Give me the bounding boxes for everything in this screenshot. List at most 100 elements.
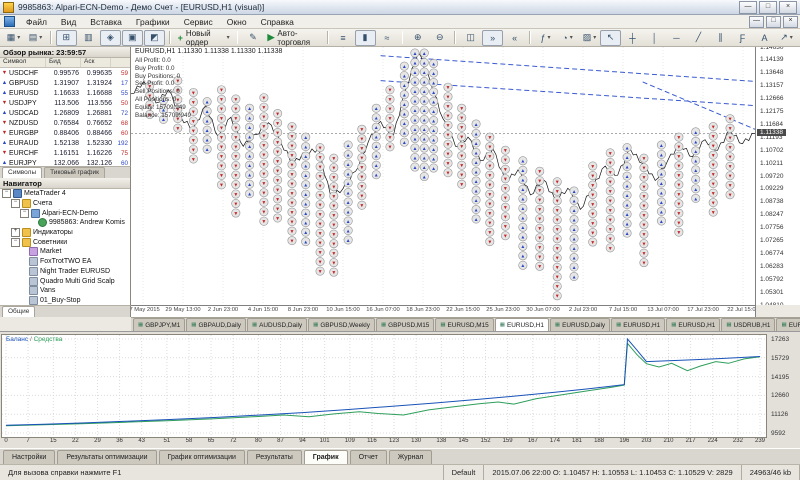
chart-tab-9[interactable]: ▦EURUSD,H1 (611, 318, 665, 331)
market-watch-row[interactable]: ▲GBPUSD1.319071.3192417 (0, 78, 130, 88)
market-watch-row[interactable]: ▲EURJPY132.066132.12660 (0, 158, 130, 166)
chart-shift-button[interactable]: « (504, 30, 525, 46)
close-button[interactable]: × (779, 1, 797, 14)
child-restore-button[interactable]: □ (766, 16, 781, 28)
cursor-button[interactable]: ↖ (600, 30, 621, 46)
trendline-button[interactable]: ╱ (688, 30, 709, 46)
arrow-tools-button[interactable]: ↗▾ (776, 30, 797, 46)
chart-tab-4[interactable]: ▦GBPUSD,Weekly (308, 318, 375, 331)
column-header-ask[interactable]: Аск (81, 58, 111, 67)
chart-tab-7[interactable]: ▦EURUSD,H1 (495, 318, 549, 331)
restore-button[interactable]: □ (759, 1, 777, 14)
svg-text:▼: ▼ (711, 182, 716, 188)
tree-item[interactable]: 01_Buy-Stop (0, 296, 130, 305)
market-watch-row[interactable]: ▼USDJPY113.506113.55650 (0, 98, 130, 108)
templates-button[interactable]: ▨▾ (579, 30, 600, 46)
menu-item-6[interactable]: Окно (220, 16, 254, 28)
fibonacci-button[interactable]: Ƒ (732, 30, 753, 46)
tree-item[interactable]: Vans (0, 286, 130, 296)
chart-tab-1[interactable]: ▦GBPJPY,M1 (133, 318, 185, 331)
navigator-toggle[interactable]: ◈ (100, 30, 121, 46)
tree-item[interactable]: 9985863: Andrew Komis (0, 218, 130, 228)
tree-item[interactable]: Market (0, 247, 130, 257)
expand-icon[interactable]: + (11, 228, 20, 237)
menu-item-3[interactable]: Вставка (83, 16, 129, 28)
zoom-out-button[interactable]: ⊖ (429, 30, 450, 46)
collapse-icon[interactable]: − (11, 199, 20, 208)
chart-tab-11[interactable]: ▦USDRUB,H1 (721, 318, 775, 331)
tester-tab-5[interactable]: График (304, 450, 348, 464)
chart-tab-12[interactable]: ▦EURUSD,M2 (offline) (776, 318, 800, 331)
tester-tab-3[interactable]: График оптимизации (159, 450, 245, 464)
crosshair-button[interactable]: ┼ (622, 30, 643, 46)
market-watch-row[interactable]: ▼EURCHF1.161511.1622675 (0, 148, 130, 158)
tree-item[interactable]: +Индикаторы (0, 228, 130, 238)
channel-button[interactable]: ∥ (710, 30, 731, 46)
data-window-toggle[interactable]: ▥ (78, 30, 99, 46)
column-header-bid[interactable]: Бид (46, 58, 81, 67)
market-watch-row[interactable]: ▲EURUSD1.166331.1668855 (0, 88, 130, 98)
tester-tab-4[interactable]: Результаты (247, 450, 302, 464)
profiles-button[interactable]: ▤▾ (25, 30, 46, 46)
zoom-in-button[interactable]: ⊕ (407, 30, 428, 46)
tester-chart-canvas[interactable]: Баланс / Средства (1, 334, 767, 438)
tester-tab-6[interactable]: Отчет (350, 450, 387, 464)
menu-item-1[interactable]: Файл (19, 16, 54, 28)
market-watch-row[interactable]: ▼USDCHF0.995760.9963559 (0, 68, 130, 78)
menu-item-5[interactable]: Сервис (177, 16, 220, 28)
autotrading-button[interactable]: ▶Авто-торговля (264, 30, 322, 46)
indicators-button[interactable]: ƒ▾ (535, 30, 556, 46)
chart-tab-5[interactable]: ▦GBPUSD,M15 (376, 318, 434, 331)
tile-windows-button[interactable]: ◫ (460, 30, 481, 46)
chart-candles-button[interactable]: ▮ (355, 30, 376, 46)
metaeditor-button[interactable]: ✎ (242, 30, 263, 46)
tree-item[interactable]: −Советники (0, 237, 130, 247)
menu-item-4[interactable]: Графики (129, 16, 177, 28)
chart-bars-button[interactable]: ≡ (333, 30, 354, 46)
child-minimize-button[interactable]: — (749, 16, 764, 28)
auto-scroll-button[interactable]: » (482, 30, 503, 46)
market-watch-toggle[interactable]: ⊞ (56, 30, 77, 46)
tree-item[interactable]: Night Trader EURUSD (0, 267, 130, 277)
tester-tab-2[interactable]: Результаты оптимизации (57, 450, 156, 464)
terminal-toggle[interactable]: ▣ (122, 30, 143, 46)
new-chart-button[interactable]: ▦▾ (3, 30, 24, 46)
tree-item[interactable]: −Счета (0, 199, 130, 209)
price-chart-canvas[interactable]: EURUSD,H1 1.11330 1.11338 1.11330 1.1133… (131, 47, 755, 305)
horizontal-line-button[interactable]: ─ (666, 30, 687, 46)
market-watch-tab-1[interactable]: Символы (2, 167, 42, 178)
new-order-button[interactable]: +Новый ордер▾ (175, 30, 233, 46)
collapse-icon[interactable]: − (2, 189, 11, 198)
chart-tab-2[interactable]: ▦GBPAUD,Daily (186, 318, 246, 331)
chart-line-button[interactable]: ≈ (377, 30, 398, 46)
periods-button[interactable]: ◔▾ (557, 30, 578, 46)
market-watch-row[interactable]: ▲USDCAD1.268091.2688172 (0, 108, 130, 118)
status-profile[interactable]: Default (444, 465, 485, 480)
menu-item-2[interactable]: Вид (54, 16, 83, 28)
navigator-tab-1[interactable]: Общие (2, 306, 35, 317)
market-watch-row[interactable]: ▼EURGBP0.884060.8846660 (0, 128, 130, 138)
text-button[interactable]: A (754, 30, 775, 46)
market-watch-row[interactable]: ▲EURAUD1.521381.52330192 (0, 138, 130, 148)
market-watch-row[interactable]: ▼NZDUSD0.765840.7665268 (0, 118, 130, 128)
tester-tab-1[interactable]: Настройки (3, 450, 55, 464)
chart-tab-10[interactable]: ▦EURUSD,H1 (666, 318, 720, 331)
collapse-icon[interactable]: − (20, 209, 29, 218)
tree-item[interactable]: FoxTrotTWO EA (0, 257, 130, 267)
tree-item[interactable]: −Alpari-ECN-Demo (0, 208, 130, 218)
tree-item[interactable]: Quadro Multi Grid Scalp (0, 276, 130, 286)
svg-text:▼: ▼ (219, 88, 224, 94)
tester-tab-7[interactable]: Журнал (389, 450, 433, 464)
market-watch-tab-2[interactable]: Тиковый график (44, 167, 105, 178)
collapse-icon[interactable]: − (11, 238, 20, 247)
chart-tab-8[interactable]: ▦EURUSD,Daily (550, 318, 610, 331)
child-close-button[interactable]: × (783, 16, 798, 28)
chart-tab-3[interactable]: ▦AUDUSD,Daily (247, 318, 307, 331)
column-header-symbol[interactable]: Символ (0, 58, 46, 67)
vertical-line-button[interactable]: │ (644, 30, 665, 46)
chart-tab-6[interactable]: ▦EURUSD,M15 (435, 318, 493, 331)
minimize-button[interactable]: — (739, 1, 757, 14)
tree-item[interactable]: −MetaTrader 4 (0, 189, 130, 199)
strategy-tester-toggle[interactable]: ◩ (144, 30, 165, 46)
menu-item-7[interactable]: Справка (254, 16, 301, 28)
